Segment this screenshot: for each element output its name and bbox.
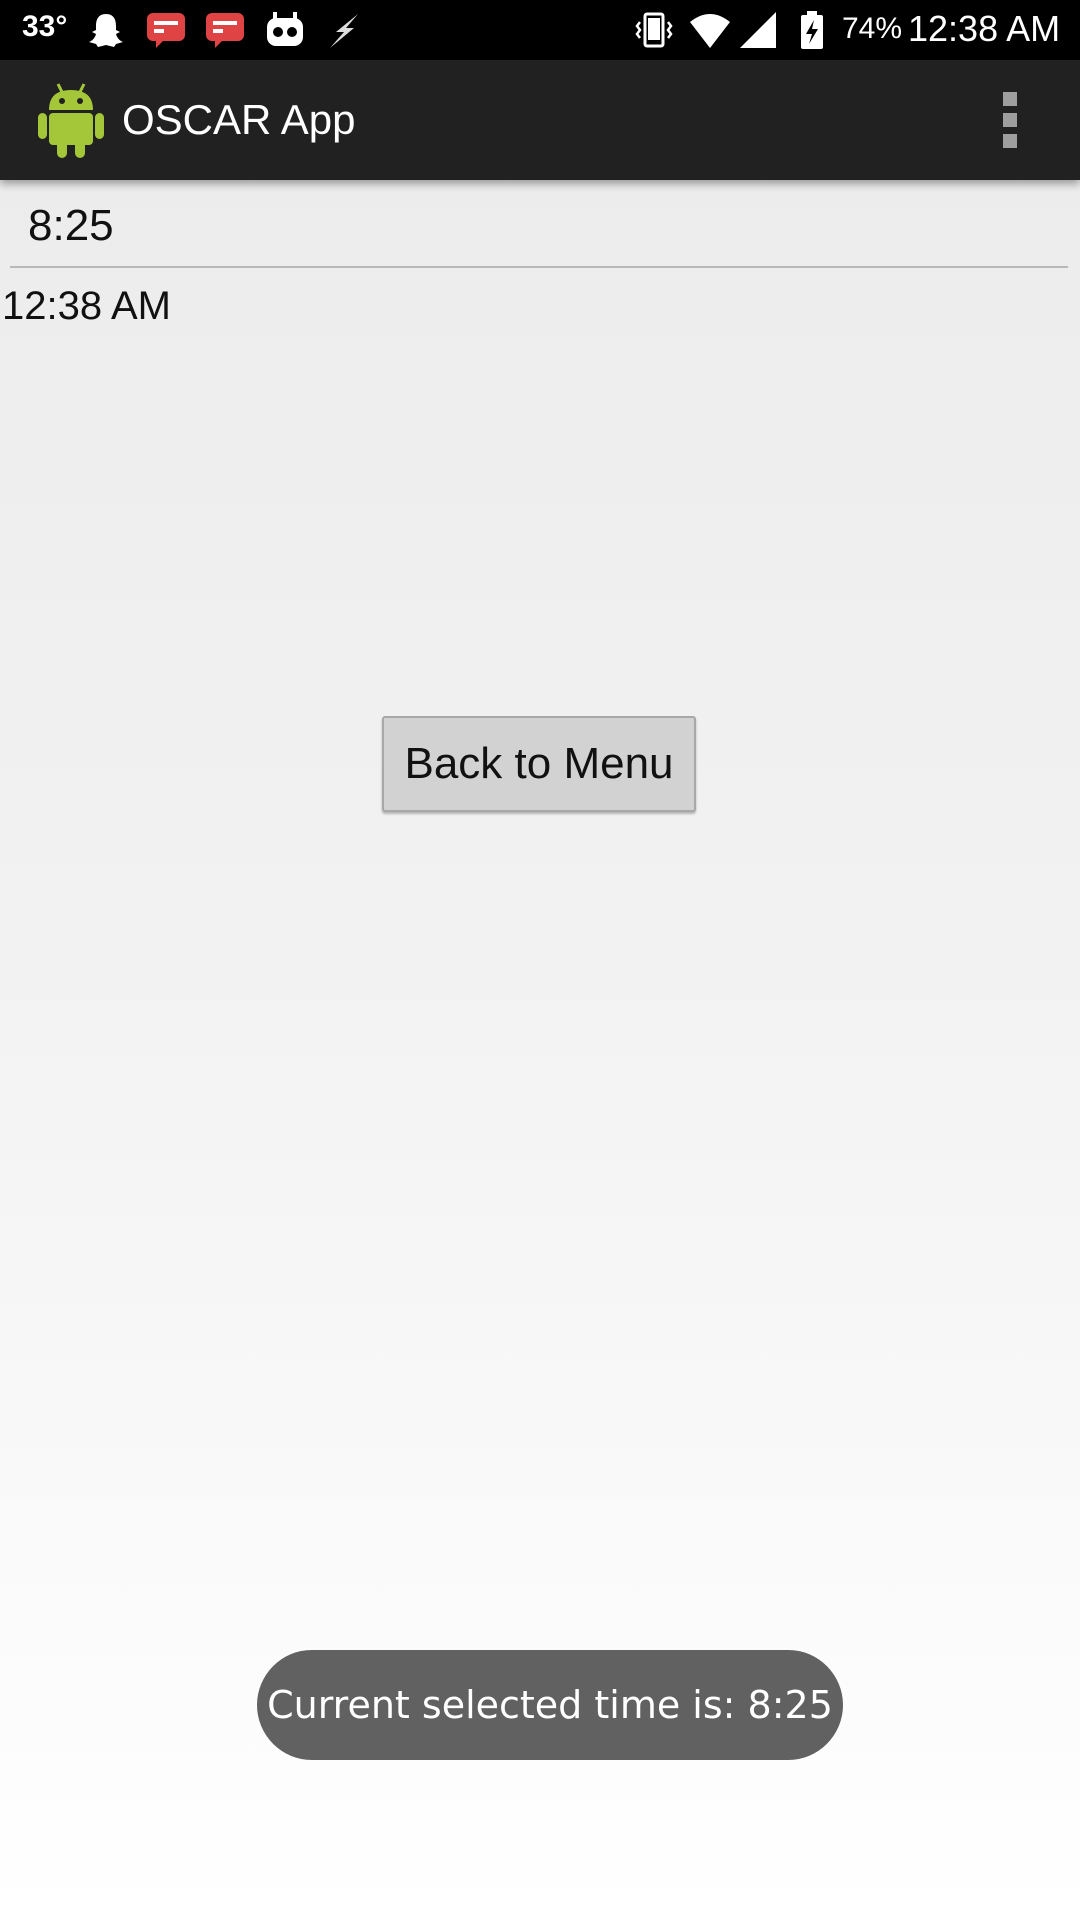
status-bar: 33° 74% 12:38 AM: [0, 0, 1080, 60]
snapchat-ghost-icon: [89, 14, 123, 47]
chat-notification-icon: [206, 13, 244, 48]
status-clock: 12:38 AM: [908, 8, 1061, 49]
battery-charging-icon: [801, 11, 823, 49]
cell-signal-icon: [740, 12, 776, 48]
current-time-label: 12:38 AM: [2, 284, 172, 328]
wifi-icon: [690, 14, 730, 48]
android-robot-icon: [38, 83, 104, 158]
time-input[interactable]: [28, 196, 1048, 256]
time-field[interactable]: [10, 190, 1068, 268]
vibrate-icon: [635, 12, 673, 48]
cyanogen-mod-icon: [267, 12, 303, 46]
overflow-menu-icon[interactable]: [996, 92, 1024, 148]
flash-icon: [330, 14, 358, 48]
temperature-label: 33°: [22, 10, 68, 43]
battery-percent-label: 74%: [842, 12, 903, 45]
action-bar: OSCAR App: [0, 60, 1080, 180]
back-to-menu-button[interactable]: Back to Menu: [382, 716, 696, 812]
app-title: OSCAR App: [122, 96, 356, 143]
toast-message: Current selected time is: 8:25: [257, 1650, 843, 1760]
chat-notification-icon: [147, 13, 185, 48]
toast-text: Current selected time is: 8:25: [267, 1683, 833, 1727]
